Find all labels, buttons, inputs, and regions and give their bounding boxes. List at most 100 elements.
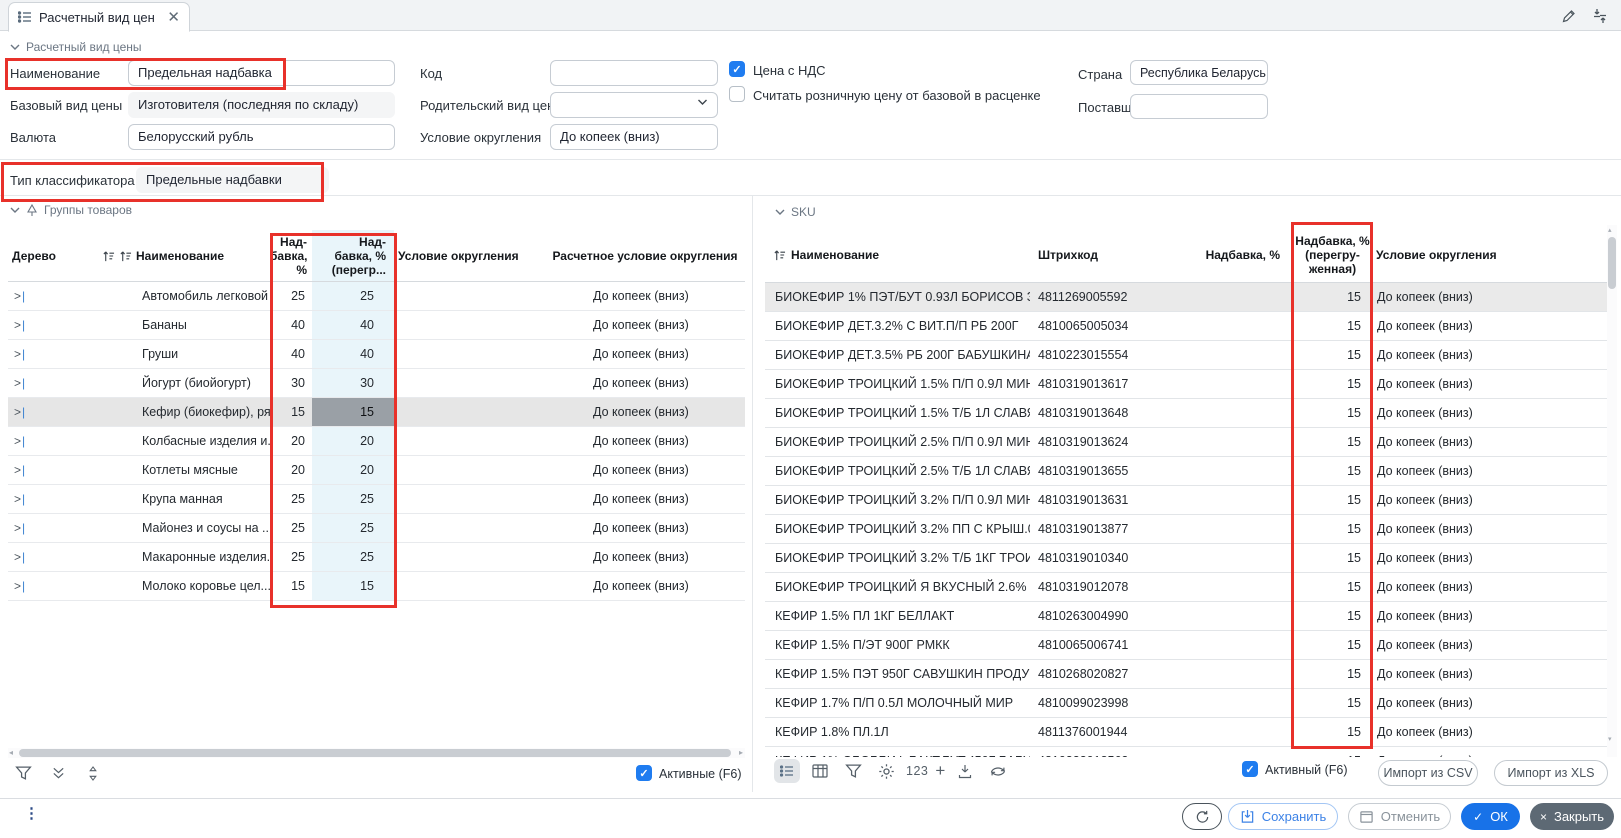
groups-section-header[interactable]: Группы товаров	[10, 203, 132, 217]
code-input[interactable]	[550, 60, 718, 86]
sort-updown-icon[interactable]	[80, 761, 106, 785]
markup-overloaded-cell[interactable]: 20	[312, 456, 394, 484]
table-row[interactable]: БИОКЕФИР ДЕТ.3.5% РБ 200Г БАБУШКИНА ...4…	[765, 341, 1607, 370]
table-row[interactable]: >|Котлеты мясные2020До копеек (вниз)	[8, 456, 745, 485]
sku-name-cell[interactable]: БИОКЕФИР ТРОИЦКИЙ 2.5% П/П 0.9Л МИН...	[765, 428, 1030, 456]
rounding-cell[interactable]: До копеек (вниз)	[1371, 718, 1560, 746]
settings-gear-icon[interactable]	[873, 759, 899, 783]
markup-overloaded-cell[interactable]: 15	[1294, 689, 1371, 717]
col-header-sku-name[interactable]: Наименование	[765, 248, 1030, 262]
tree-cell[interactable]: >|	[8, 427, 100, 455]
sku-name-cell[interactable]: КЕФИР 1.5% П/ЭТ 900Г РМКК	[765, 631, 1030, 659]
ok-button[interactable]: ✓ ОК	[1461, 803, 1520, 830]
rounding-cell[interactable]	[394, 398, 545, 426]
rounding-cell[interactable]: До копеек (вниз)	[1371, 312, 1560, 340]
expand-node-icon[interactable]: >|	[14, 347, 25, 361]
markup-cell[interactable]	[1165, 718, 1294, 746]
markup-overloaded-cell[interactable]: 40	[312, 340, 394, 368]
rounding-cell[interactable]: До копеек (вниз)	[1371, 486, 1560, 514]
collapse-icon[interactable]	[1591, 7, 1609, 25]
col-header-sku-rounding[interactable]: Условие округления	[1371, 248, 1560, 262]
group-name-cell[interactable]: Автомобиль легковой	[100, 282, 270, 310]
rounding-cell[interactable]: До копеек (вниз)	[1371, 544, 1560, 572]
barcode-cell[interactable]: 4810263004990	[1030, 602, 1165, 630]
tree-cell[interactable]: >|	[8, 572, 100, 600]
markup-overloaded-cell[interactable]: 15	[1294, 399, 1371, 427]
group-name-cell[interactable]: Майонез и соусы на ...	[100, 514, 270, 542]
expand-all-icon[interactable]	[45, 761, 71, 785]
sku-active-checkbox[interactable]: ✓	[1242, 761, 1258, 777]
barcode-cell[interactable]: 4810268020827	[1030, 660, 1165, 688]
menu-kebab-icon[interactable]: ⋮	[24, 806, 39, 821]
table-row[interactable]: БИОКЕФИР ТРОИЦКИЙ Я ВКУСНЫЙ 2.6% Т/...48…	[765, 573, 1607, 602]
markup-overloaded-cell[interactable]: 15	[1294, 544, 1371, 572]
expand-node-icon[interactable]: >|	[14, 492, 25, 506]
markup-overloaded-cell[interactable]: 30	[312, 369, 394, 397]
barcode-cell[interactable]: 4810319013631	[1030, 486, 1165, 514]
markup-overloaded-cell[interactable]: 25	[312, 485, 394, 513]
calc-rounding-cell[interactable]: До копеек (вниз)	[545, 514, 745, 542]
col-header-tree[interactable]: Дерево	[8, 249, 100, 263]
col-header-sku-markup-overloaded[interactable]: Надбавка, % (перегру- женная)	[1294, 234, 1371, 276]
currency-input[interactable]: Белорусский рубль	[128, 124, 395, 150]
edit-pencil-icon[interactable]	[1560, 7, 1578, 25]
sku-name-cell[interactable]: БИОКЕФИР ТРОИЦКИЙ 3.2% П/П 0.9Л МИН...	[765, 486, 1030, 514]
calc-rounding-cell[interactable]: До копеек (вниз)	[545, 543, 745, 571]
scroll-up-icon[interactable]: ▴	[1608, 226, 1612, 234]
barcode-cell[interactable]: 4810319010340	[1030, 544, 1165, 572]
expand-node-icon[interactable]: >|	[14, 434, 25, 448]
markup-overloaded-cell[interactable]: 15	[1294, 428, 1371, 456]
rounding-cell[interactable]	[394, 543, 545, 571]
markup-overloaded-cell[interactable]: 15	[1294, 631, 1371, 659]
rounding-cell[interactable]: До копеек (вниз)	[1371, 399, 1560, 427]
parent-price-select[interactable]	[550, 92, 718, 118]
table-row[interactable]: >|Кефир (биокефир), ря...1515До копеек (…	[8, 398, 745, 427]
table-row[interactable]: КЕФИР 1.5% ПЛ 1КГ БЕЛЛАКТ481026300499015…	[765, 602, 1607, 631]
groups-active-checkbox[interactable]: ✓	[636, 765, 652, 781]
calc-rounding-cell[interactable]: До копеек (вниз)	[545, 427, 745, 455]
sku-name-cell[interactable]: БИОКЕФИР ТРОИЦКИЙ 2.5% Т/Б 1Л СЛАВЯ...	[765, 457, 1030, 485]
filter-icon[interactable]	[840, 759, 866, 783]
markup-overloaded-cell[interactable]: 15	[1294, 312, 1371, 340]
base-price-field[interactable]: Изготовителя (последняя по складу)	[128, 92, 395, 118]
table-row[interactable]: БИОКЕФИР ДЕТ.3.2% С ВИТ.П/П РБ 200Г48100…	[765, 312, 1607, 341]
name-input[interactable]: Предельная надбавка	[128, 60, 395, 86]
table-row[interactable]: БИОКЕФИР ТРОИЦКИЙ 3.2% ПП С КРЫШ.0....48…	[765, 515, 1607, 544]
rounding-cell[interactable]	[394, 369, 545, 397]
rounding-cell[interactable]: До копеек (вниз)	[1371, 428, 1560, 456]
scroll-left-icon[interactable]: ◂	[9, 748, 13, 757]
group-name-cell[interactable]: Колбасные изделия и...	[100, 427, 270, 455]
sku-name-cell[interactable]: БИОКЕФИР 1% ПЭТ/БУТ 0.93Л БОРИСОВ ЗД...	[765, 283, 1030, 311]
sku-name-cell[interactable]: БИОКЕФИР ТРОИЦКИЙ Я ВКУСНЫЙ 2.6% Т/...	[765, 573, 1030, 601]
barcode-cell[interactable]: 4810319013877	[1030, 515, 1165, 543]
markup-cell[interactable]	[1165, 689, 1294, 717]
markup-cell[interactable]: 15	[270, 398, 312, 426]
rounding-cell[interactable]: До копеек (вниз)	[1371, 457, 1560, 485]
markup-cell[interactable]	[1165, 428, 1294, 456]
calc-rounding-cell[interactable]: До копеек (вниз)	[545, 572, 745, 600]
expand-node-icon[interactable]: >|	[14, 550, 25, 564]
group-name-cell[interactable]: Макаронные изделия...	[100, 543, 270, 571]
barcode-cell[interactable]: 4810223018562	[1030, 747, 1165, 757]
markup-overloaded-cell[interactable]: 25	[312, 282, 394, 310]
rounding-cell[interactable]	[394, 572, 545, 600]
barcode-cell[interactable]: 4810223015554	[1030, 341, 1165, 369]
col-header-markup[interactable]: Над- бавка, %	[270, 235, 312, 277]
sku-name-cell[interactable]: КЕФИР 1.5% ПЭТ 950Г САВУШКИН ПРОДУКТ	[765, 660, 1030, 688]
markup-cell[interactable]	[1165, 283, 1294, 311]
rounding-cell[interactable]	[394, 340, 545, 368]
table-row[interactable]: КЕФИР 1.5% ПЭТ 950Г САВУШКИН ПРОДУКТ4810…	[765, 660, 1607, 689]
form-section-header[interactable]: Расчетный вид цены	[10, 40, 142, 54]
filter-icon[interactable]	[10, 761, 36, 785]
sku-name-cell[interactable]: БИОКЕФИР ДЕТ.3.5% РБ 200Г БАБУШКИНА ...	[765, 341, 1030, 369]
barcode-cell[interactable]: 4810065005034	[1030, 312, 1165, 340]
calc-rounding-cell[interactable]: До копеек (вниз)	[545, 456, 745, 484]
markup-cell[interactable]: 30	[270, 369, 312, 397]
sku-name-cell[interactable]: БИОКЕФИР ДЕТ.3.2% С ВИТ.П/П РБ 200Г	[765, 312, 1030, 340]
rounding-cell[interactable]	[394, 427, 545, 455]
table-row[interactable]: БИОКЕФИР ТРОИЦКИЙ 2.5% П/П 0.9Л МИН...48…	[765, 428, 1607, 457]
tree-cell[interactable]: >|	[8, 456, 100, 484]
col-header-name[interactable]: Наименование	[100, 249, 270, 263]
vat-checkbox[interactable]: ✓	[729, 61, 745, 77]
barcode-cell[interactable]: 4810319013655	[1030, 457, 1165, 485]
